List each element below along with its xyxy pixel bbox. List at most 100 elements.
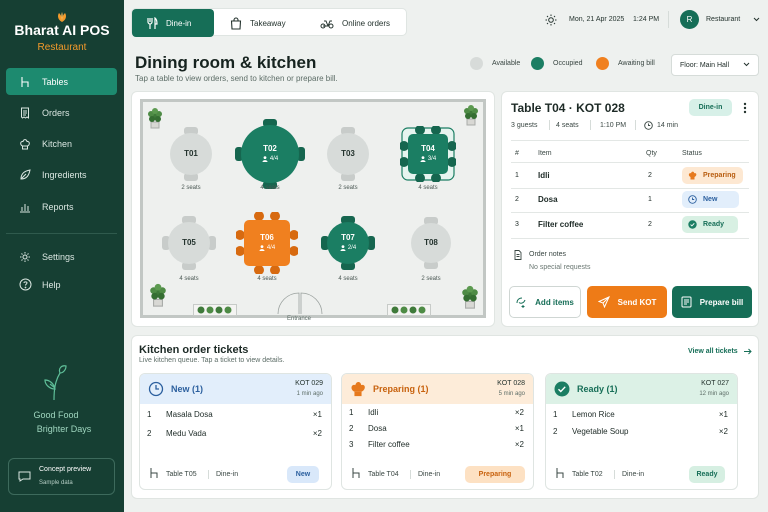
table-t07[interactable]: T07 2/4: [319, 214, 377, 272]
legend-label: Available: [492, 60, 521, 67]
kitchen-ticket-ready[interactable]: Ready (1) KOT 027 12 min ago 1 Lemon Ric…: [545, 373, 738, 490]
sidebar-item-help[interactable]: Help: [6, 271, 117, 298]
col-header-number: #: [515, 150, 519, 157]
receipt-icon: [18, 106, 32, 120]
row-qty: 1: [648, 196, 652, 203]
col-header-qty: Qty: [646, 150, 657, 157]
footer-divider: [410, 470, 411, 479]
legend-occupied: Occupied: [531, 57, 583, 70]
cutlery-icon: [147, 16, 158, 29]
order-notes-value: No special requests: [529, 264, 591, 271]
floor-select[interactable]: Floor: Main Hall: [671, 54, 759, 76]
link-label: View all tickets: [688, 348, 738, 355]
button-label: Add items: [535, 297, 574, 307]
table-t03[interactable]: T03: [319, 125, 377, 183]
sidebar-item-label: Tables: [42, 76, 69, 87]
table-t08[interactable]: T08: [403, 215, 459, 271]
table-seats-label: 2 seats: [181, 185, 201, 191]
chair-icon: [352, 468, 360, 478]
table-occupancy: 2/4: [319, 245, 377, 251]
row-item: Filter coffee: [538, 220, 584, 229]
legend-available: Available: [470, 57, 520, 70]
sidebar-item-settings[interactable]: Settings: [6, 243, 117, 270]
avatar[interactable]: R: [680, 10, 699, 29]
table-t01[interactable]: T01: [162, 125, 220, 183]
tab-online-orders[interactable]: Online orders: [320, 9, 408, 37]
table-label: T06: [260, 233, 274, 242]
check-circle-icon: [688, 220, 697, 229]
table-t04[interactable]: T04 3/4: [400, 126, 456, 182]
page-subtitle: Tap a table to view orders, send to kitc…: [135, 74, 338, 83]
send-icon: [597, 296, 610, 308]
ticket-type: Dine-in: [622, 471, 645, 478]
more-options-icon[interactable]: [743, 102, 747, 114]
ticket-kot: KOT 027: [701, 380, 729, 387]
view-all-tickets-link[interactable]: View all tickets: [688, 348, 752, 355]
table-t06[interactable]: T06 4/4: [236, 212, 298, 274]
chevron-down-icon[interactable]: [753, 17, 760, 22]
table-occupancy: 4/4: [236, 245, 298, 251]
potted-plant-icon: [148, 108, 162, 129]
sidebar-item-kitchen[interactable]: Kitchen: [6, 130, 117, 157]
item-qty: ×1: [514, 424, 524, 433]
seat-count: 4 seats: [556, 122, 579, 129]
detail-title: Table T04 · KOT 028: [511, 101, 625, 115]
status-badge: Preparing: [465, 466, 525, 483]
planter-box: [387, 304, 431, 316]
bar-chart-icon: [18, 200, 32, 214]
table-t05[interactable]: T05: [160, 214, 218, 272]
divider: [511, 162, 749, 163]
table-label: T08: [424, 238, 438, 247]
table-shape: [400, 126, 456, 182]
sidebar-item-label: Kitchen: [42, 138, 73, 149]
legend-label: Occupied: [553, 60, 583, 67]
sidebar-divider: [6, 233, 117, 234]
add-items-button[interactable]: Add items: [509, 286, 581, 318]
item-name: Masala Dosa: [166, 410, 213, 419]
ticket-header: Preparing (1) KOT 028 5 min ago: [342, 374, 533, 404]
user-name[interactable]: Restaurant: [706, 16, 740, 23]
sidebar-item-ingredients[interactable]: Ingredients: [6, 161, 117, 188]
tab-dine-in[interactable]: Dine-in: [132, 9, 214, 37]
item-number: 1: [553, 410, 558, 419]
item-name: Lemon Rice: [572, 410, 615, 419]
person-icon: [259, 245, 265, 251]
sidebar-item-tables[interactable]: Tables: [6, 68, 117, 95]
brand-title: Bharat AI POS: [14, 22, 110, 38]
legend-swatch: [531, 57, 544, 70]
guest-count: 3 guests: [511, 122, 538, 129]
clock-icon: [644, 121, 653, 130]
elapsed-time: 14 min: [657, 122, 679, 129]
sidebar-item-label: Orders: [42, 107, 70, 118]
send-kot-button[interactable]: Send KOT: [587, 286, 667, 318]
table-label: T03: [341, 149, 355, 158]
table-occupancy: 3/4: [400, 156, 456, 162]
prepare-bill-button[interactable]: Prepare bill: [672, 286, 752, 318]
kitchen-ticket-preparing[interactable]: Preparing (1) KOT 028 5 min ago 1 Idli ×…: [341, 373, 534, 490]
table-t02[interactable]: T02 4/4: [233, 117, 307, 191]
row-number: 3: [515, 221, 519, 228]
concept-preview-subtitle: Sample data: [39, 480, 73, 486]
concept-preview-card: Concept preview Sample data: [8, 458, 115, 495]
sidebar-item-reports[interactable]: Reports: [6, 193, 117, 220]
gear-icon: [18, 250, 32, 264]
table-seats-label: 4 seats: [257, 276, 277, 282]
tagline-line-2: Brighter Days: [36, 424, 92, 434]
ticket-type: Dine-in: [216, 471, 239, 478]
leaf-icon: [18, 168, 32, 182]
chat-bubble-icon: [18, 471, 31, 482]
potted-plant-icon: [464, 105, 478, 126]
button-label: Prepare bill: [699, 297, 744, 307]
sidebar-item-orders[interactable]: Orders: [6, 99, 117, 126]
tab-label: Dine-in: [166, 18, 192, 28]
chair-icon: [556, 468, 564, 478]
divider: [511, 140, 749, 141]
table-seats-label: 2 seats: [338, 185, 358, 191]
ticket-kot: KOT 028: [497, 380, 525, 387]
status-label: New: [703, 196, 718, 203]
add-item-icon: [516, 297, 526, 308]
chair-icon: [150, 468, 158, 478]
divider: [511, 212, 749, 213]
kitchen-ticket-new[interactable]: New (1) KOT 029 1 min ago 1 Masala Dosa …: [139, 373, 332, 490]
tab-takeaway[interactable]: Takeaway: [230, 9, 312, 37]
